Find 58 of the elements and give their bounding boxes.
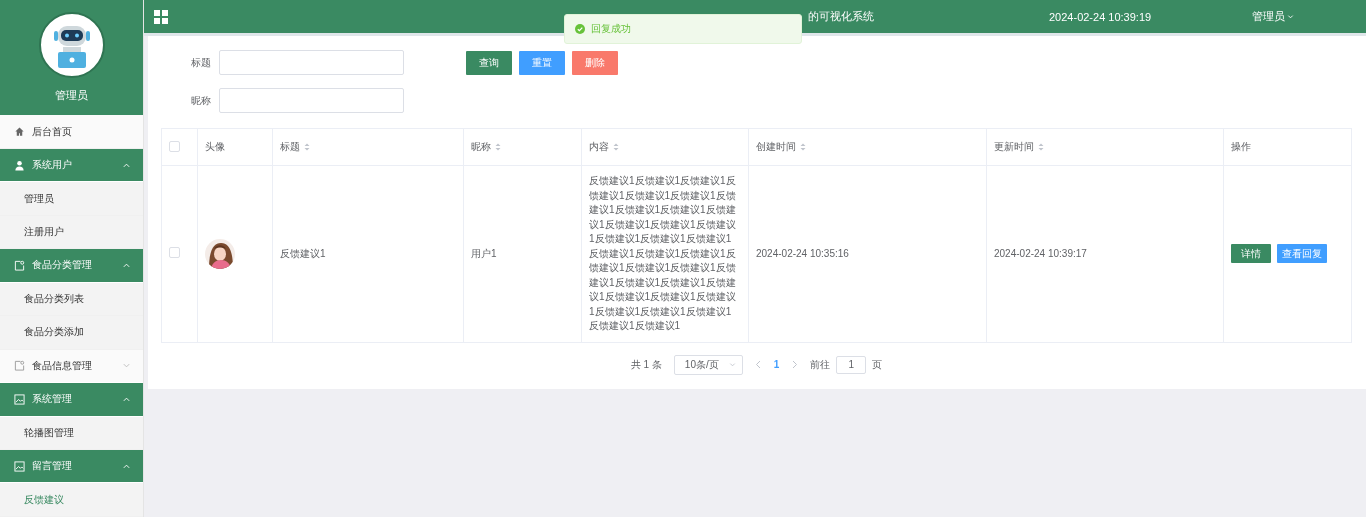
- submenu-item[interactable]: 食品分类列表: [0, 282, 143, 317]
- search-button[interactable]: 查询: [466, 50, 512, 75]
- goto-label: 前往: [810, 357, 831, 372]
- home-icon: [14, 126, 25, 138]
- menu-group[interactable]: 系统用户: [0, 148, 143, 183]
- submenu-item[interactable]: 管理员: [0, 182, 143, 216]
- menu-group[interactable]: 系统管理: [0, 383, 143, 417]
- table-cell: 2024-02-24 10:39:17: [986, 165, 1224, 342]
- column-header[interactable]: 昵称: [463, 128, 582, 166]
- menu-group[interactable]: 食品分类管理: [0, 249, 143, 283]
- submenu-item[interactable]: 注册用户: [0, 215, 143, 250]
- image-icon: [14, 460, 25, 472]
- check-circle-icon: [575, 24, 585, 34]
- column-header[interactable]: 更新时间: [986, 128, 1224, 166]
- field-label: 昵称: [191, 93, 211, 108]
- document-icon: [14, 259, 25, 271]
- sort-icon[interactable]: [613, 143, 619, 151]
- table-cell: 用户1: [463, 165, 582, 342]
- select-all-checkbox[interactable]: [169, 140, 180, 152]
- document-icon: [14, 360, 25, 372]
- sort-icon[interactable]: [495, 143, 501, 151]
- user-menu[interactable]: 管理员: [1252, 9, 1294, 24]
- column-header: 操作: [1223, 128, 1352, 166]
- table-cell: 反馈建议1: [272, 165, 464, 342]
- table-cell: 2024-02-24 10:35:16: [748, 165, 987, 342]
- field-label: 标题: [191, 55, 211, 70]
- sort-icon[interactable]: [1038, 143, 1044, 151]
- image-icon: [14, 393, 25, 405]
- column-header[interactable]: 创建时间: [748, 128, 987, 166]
- robot-avatar-icon: [38, 12, 105, 78]
- toast-message: 回复成功: [591, 22, 631, 36]
- user-icon: [14, 159, 25, 171]
- submenu-item[interactable]: 反馈建议: [0, 483, 143, 517]
- action-button[interactable]: 详情: [1231, 244, 1271, 264]
- goto-page-field[interactable]: 1: [836, 355, 867, 374]
- page-size-select[interactable]: 10条/页: [673, 354, 743, 375]
- caret-icon: [728, 361, 736, 368]
- column-header[interactable]: 标题: [272, 128, 464, 166]
- user-name: 管理员: [55, 88, 88, 103]
- menu-group[interactable]: 留言管理: [0, 450, 143, 484]
- search-field[interactable]: [219, 50, 404, 75]
- menu-group[interactable]: 食品信息管理: [0, 349, 143, 384]
- submenu-item[interactable]: 食品分类添加: [0, 316, 143, 350]
- menu-item[interactable]: 后台首页: [0, 115, 143, 149]
- caret-icon: [1287, 13, 1294, 20]
- search-field[interactable]: [219, 88, 404, 113]
- submenu-item[interactable]: 轮播图管理: [0, 416, 143, 450]
- row-checkbox[interactable]: [169, 247, 180, 259]
- total-count: 共 1 条: [630, 357, 662, 372]
- column-header[interactable]: 内容: [581, 128, 749, 166]
- column-header: 头像: [197, 128, 273, 166]
- grid-menu-icon[interactable]: [154, 9, 168, 24]
- page-suffix: 页: [872, 357, 883, 372]
- date-time: 2024-02-24 10:39:19: [1049, 10, 1152, 23]
- sort-icon[interactable]: [304, 143, 310, 151]
- content-text: 反馈建议1反馈建议1反馈建议1反馈建议1反馈建议1反馈建议1反馈建议1反馈建议1反馈建议1反馈建议1反馈建议1反馈建议1反馈建议1反馈建议1反馈建议1反馈建议1反馈建议1反馈建议1反馈建议1反馈建议1反馈建议1反馈建议1反馈建议1反馈建议1反馈建议1反馈建议1反馈建议1反馈建议1反馈建议1反馈建议1反馈建议1反馈建议1反馈建议1反馈建议1: [589, 174, 737, 333]
- system-title: 的可视化系统: [808, 9, 874, 24]
- sort-icon[interactable]: [800, 143, 806, 151]
